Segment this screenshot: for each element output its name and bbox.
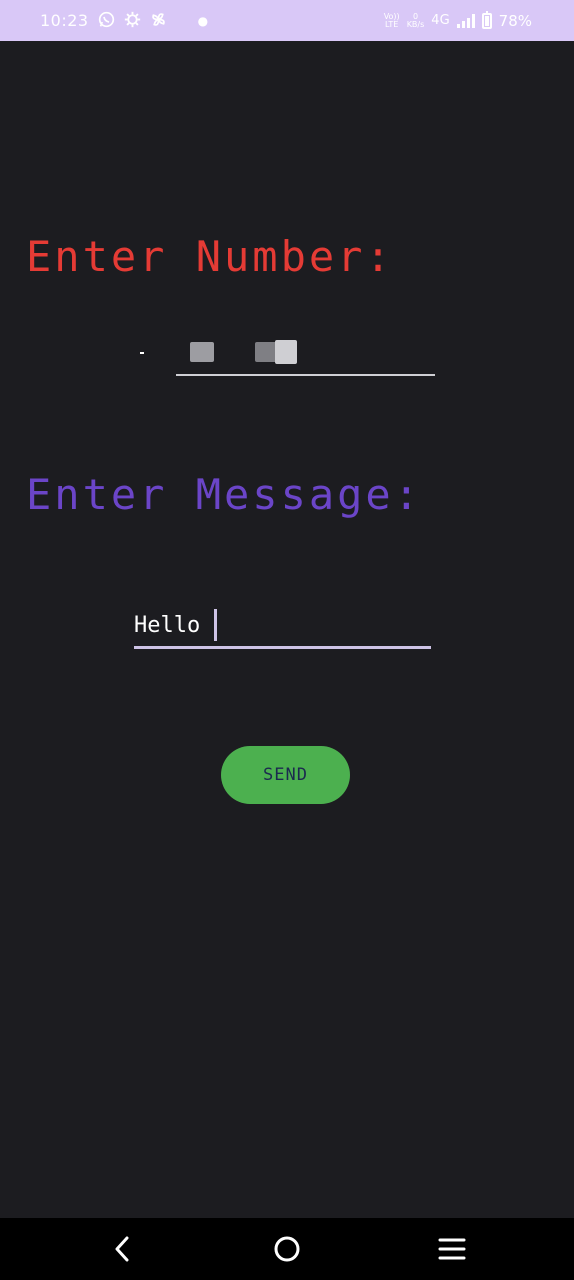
navigation-bar [0,1218,574,1280]
battery-icon [481,10,492,29]
text-cursor [214,609,218,641]
signal-icon [456,13,475,28]
home-button[interactable] [247,1218,327,1280]
status-right: Vo)) LTE 0 KB/s 4G 78% [384,0,532,41]
notification-dot-icon: ● [197,13,209,28]
battery-percent: 78% [498,11,532,30]
network-speed: 0 KB/s [406,11,425,29]
redacted-digit [190,342,214,362]
enter-number-label: Enter Number: [26,232,394,281]
send-button[interactable]: SEND [221,746,350,804]
status-left: 10:23 ● [40,0,209,41]
recent-apps-button[interactable] [412,1218,492,1280]
stray-mark [140,352,144,354]
whatsapp-icon [98,11,115,31]
redacted-digit [275,340,297,364]
pinwheel-icon [150,11,167,31]
back-button[interactable] [82,1218,162,1280]
phone-number-input[interactable] [176,336,435,376]
status-time: 10:23 [40,11,89,30]
redacted-number [176,336,435,374]
message-input-value: Hello [134,612,201,638]
back-icon [115,1236,129,1262]
home-icon [274,1236,300,1262]
settings-gear-icon [124,11,141,31]
status-bar: 10:23 ● Vo)) LTE 0 KB/s 4G 78% [0,0,574,41]
message-input[interactable]: Hello [134,604,431,649]
volte-indicator: Vo)) LTE [383,11,400,29]
app-screen: 10:23 ● Vo)) LTE 0 KB/s 4G 78% Enter Num… [0,0,574,1280]
menu-icon [438,1238,466,1260]
network-type: 4G [431,13,450,28]
enter-message-label: Enter Message: [26,470,423,519]
